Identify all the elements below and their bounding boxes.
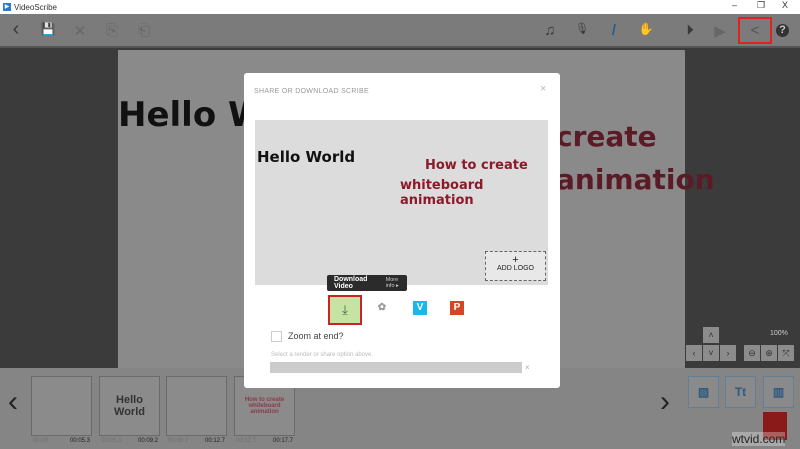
timeline-thumb[interactable] xyxy=(31,376,92,436)
watermark: wtvid.com xyxy=(732,432,786,446)
thumb-start-time: 00:00 xyxy=(33,438,49,444)
window-title: VideoScribe xyxy=(14,2,57,12)
thumb-start-time: 00:12.7 xyxy=(236,438,257,444)
thumb-end-time: 00:05.3 xyxy=(70,438,91,444)
save-icon[interactable]: 💾 xyxy=(38,22,58,36)
paste-icon[interactable]: ⎗ xyxy=(134,22,154,39)
pan-up-button[interactable]: ˄ xyxy=(703,327,719,343)
zoom-level: 100% xyxy=(770,330,788,337)
hand-icon[interactable]: ✋ xyxy=(636,22,656,36)
share-dialog: SHARE OR DOWNLOAD SCRIBE × Hello World H… xyxy=(244,73,560,388)
clear-button[interactable]: × xyxy=(525,363,530,372)
title-bar: ▶ VideoScribe – ❐ X xyxy=(0,0,800,14)
play-from-icon[interactable]: ⏵ xyxy=(680,22,700,39)
pan-down-button[interactable]: ˅ xyxy=(703,345,719,361)
video-preview: Hello World How to create whiteboard ani… xyxy=(255,120,548,285)
minimize-button[interactable]: – xyxy=(732,0,737,10)
thumb-end-time: 00:12.7 xyxy=(205,438,226,444)
thumb-start-time: 00:09.2 xyxy=(168,438,189,444)
youtube-icon[interactable]: ✿ xyxy=(375,301,389,315)
copy-icon[interactable]: ⎘ xyxy=(102,22,122,39)
toolbar: ‹ 💾 ✕ ⎘ ⎗ ♫ 🎙 / ✋ ⏵ ▶ < ? xyxy=(0,14,800,48)
play-icon[interactable]: ▶ xyxy=(710,22,730,40)
canvas-text-create: create xyxy=(556,120,657,153)
zoom-at-end-checkbox[interactable] xyxy=(271,331,282,342)
add-logo-button[interactable]: + ADD LOGO xyxy=(485,251,546,281)
fit-screen-icon[interactable]: ⤧ xyxy=(778,345,794,361)
preview-hello: Hello World xyxy=(257,148,356,166)
timeline-thumb[interactable] xyxy=(166,376,227,436)
add-image-button[interactable]: ▧ xyxy=(688,376,719,408)
close-button[interactable]: X xyxy=(782,0,788,10)
music-icon[interactable]: ♫ xyxy=(540,22,560,39)
download-tooltip: Download Video More info ▸ xyxy=(327,275,407,291)
more-info-link[interactable]: More info ▸ xyxy=(386,277,407,289)
help-icon[interactable]: ? xyxy=(776,24,789,37)
vimeo-icon[interactable]: V xyxy=(413,301,427,315)
pen-icon[interactable]: / xyxy=(604,22,624,39)
preview-heading-1: How to create xyxy=(425,158,528,173)
zoom-at-end-label: Zoom at end? xyxy=(288,331,344,341)
zoom-out-icon[interactable]: ⊖ xyxy=(744,345,760,361)
timeline-thumb[interactable]: Hello World xyxy=(99,376,160,436)
timeline-prev-button[interactable]: ‹ xyxy=(8,385,18,419)
preview-heading-2: whiteboard animation xyxy=(400,178,484,208)
pan-left-button[interactable]: ‹ xyxy=(686,345,702,361)
add-chart-button[interactable]: ▥ xyxy=(763,376,794,408)
cut-icon[interactable]: ✕ xyxy=(70,22,90,40)
app-logo-icon: ▶ xyxy=(3,3,11,11)
thumb-end-time: 00:17.7 xyxy=(273,438,294,444)
microphone-icon[interactable]: 🎙 xyxy=(572,22,592,35)
pan-right-button[interactable]: › xyxy=(720,345,736,361)
maximize-button[interactable]: ❐ xyxy=(757,0,765,11)
back-button[interactable]: ‹ xyxy=(6,18,26,41)
add-text-button[interactable]: Tt xyxy=(725,376,756,408)
progress-bar xyxy=(270,362,522,373)
dialog-title: SHARE OR DOWNLOAD SCRIBE xyxy=(254,88,369,95)
zoom-in-icon[interactable]: ⊕ xyxy=(761,345,777,361)
thumb-end-time: 00:09.2 xyxy=(138,438,159,444)
timeline-next-button[interactable]: › xyxy=(660,385,670,419)
share-button[interactable]: < xyxy=(738,17,772,44)
canvas-text-animation: animation xyxy=(556,163,715,196)
powerpoint-icon[interactable]: P xyxy=(450,301,464,315)
download-video-button[interactable]: ⤓ xyxy=(328,295,362,325)
thumb-start-time: 00:05.3 xyxy=(101,438,122,444)
dialog-close-button[interactable]: × xyxy=(540,83,546,95)
hint-text: Select a render or share option above. xyxy=(271,352,374,358)
